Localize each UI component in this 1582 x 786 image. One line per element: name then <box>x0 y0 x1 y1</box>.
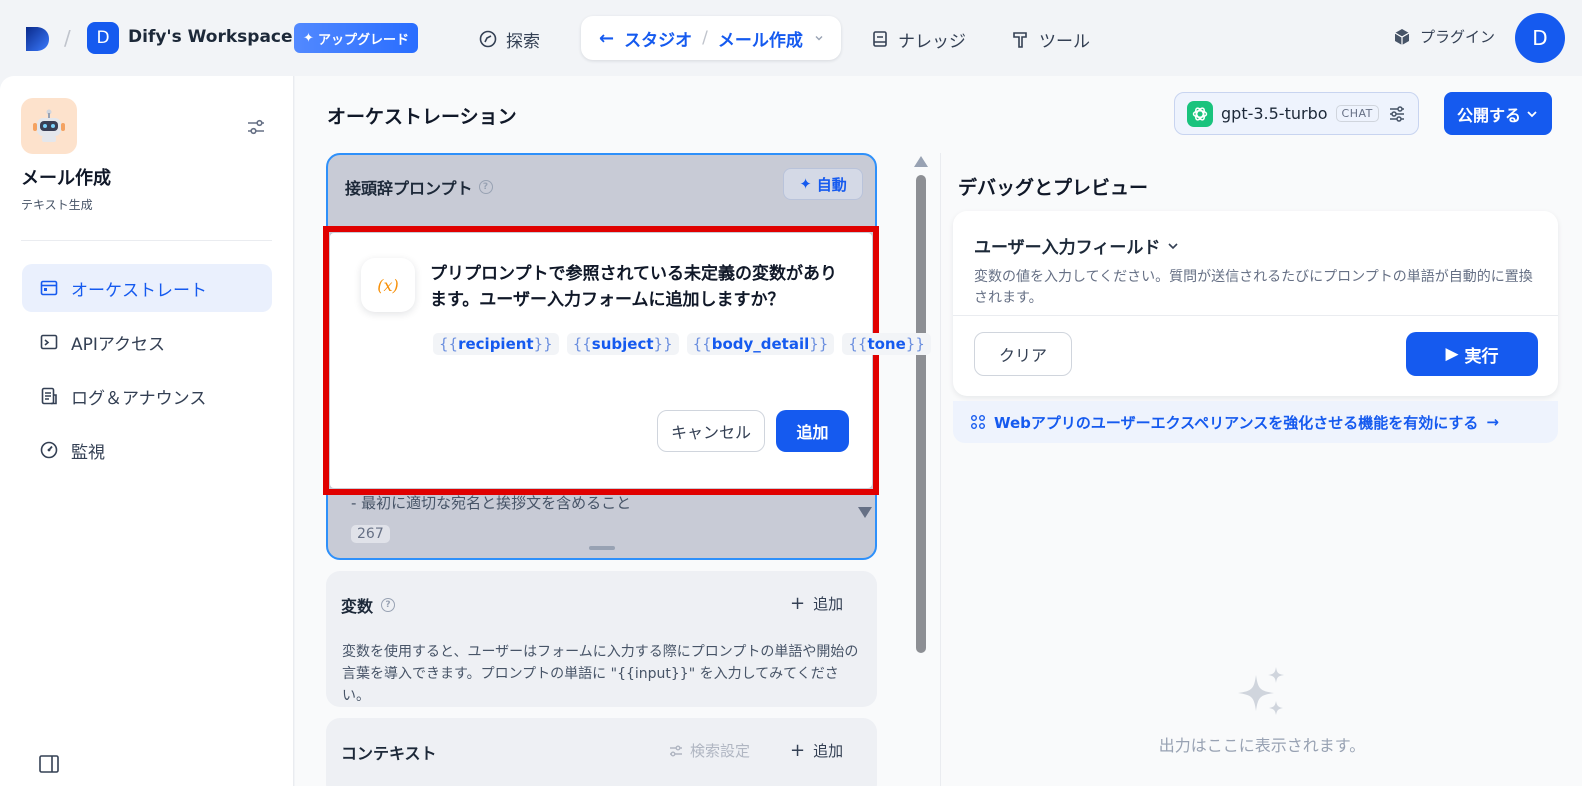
variable-chip: {{tone}} <box>842 333 931 355</box>
variables-card: 変数 ? + 追加 変数を使用すると、ユーザーはフォームに入力する際にプロンプト… <box>326 571 877 707</box>
empty-output-text: 出力はここに表示されます。 <box>1158 736 1366 755</box>
nav-studio-breadcrumb[interactable]: ← スタジオ / メール作成 <box>581 16 841 60</box>
compass-icon <box>479 30 497 48</box>
model-selector[interactable]: gpt-3.5-turbo CHAT <box>1174 92 1419 135</box>
sidebar-item-api-access[interactable]: APIアクセス <box>22 318 272 366</box>
clear-button[interactable]: クリア <box>974 332 1072 376</box>
run-button[interactable]: ▶ 実行 <box>1406 332 1538 376</box>
variable-chip: {{recipient}} <box>433 333 559 355</box>
variable-icon: (x) <box>361 258 415 312</box>
char-count-badge: 267 <box>351 525 390 543</box>
help-icon[interactable]: ? <box>381 598 396 612</box>
workspace-avatar[interactable]: D <box>87 22 119 54</box>
app-sidebar: メール作成 テキスト生成 オーケストレート APIアクセス ログ＆アナウンス 監… <box>0 76 294 786</box>
sidebar-item-orchestrate[interactable]: オーケストレート <box>22 264 272 312</box>
prompt-header: 接頭辞プロンプト ? <box>345 175 493 199</box>
model-settings-icon[interactable] <box>1387 104 1407 124</box>
upgrade-button[interactable]: ✦ アップグレード <box>294 23 418 53</box>
user-input-description: 変数の値を入力してください。質問が送信されるたびにプロンプトの単語が自動的に置換… <box>974 269 1533 306</box>
user-avatar[interactable]: D <box>1515 13 1565 63</box>
variable-chip: {{body_detail}} <box>686 333 835 355</box>
play-icon: ▶ <box>1445 344 1459 364</box>
variables-description: 変数を使用すると、ユーザーはフォームに入力する際にプロンプトの単語や開始の言葉を… <box>342 644 859 704</box>
undefined-variables-dialog: (x) プリプロンプトで参照されている未定義の変数があります。ユーザー入力フォー… <box>330 233 931 488</box>
app-type: テキスト生成 <box>21 198 93 212</box>
top-navigation-bar: / D Dify's Workspace ✦ アップグレード 探索 ← スタジオ… <box>0 0 1582 76</box>
debug-preview-panel: デバッグとプレビュー ユーザー入力フィールド 変数の値を入力してください。質問が… <box>940 153 1582 786</box>
gauge-icon <box>40 441 58 459</box>
user-input-card: ユーザー入力フィールド 変数の値を入力してください。質問が送信されるたびにプロン… <box>953 211 1558 396</box>
workspace-name: Dify's Workspace <box>128 27 293 47</box>
cube-icon <box>1394 28 1410 45</box>
workspace-switcher[interactable]: Dify's Workspace <box>128 27 311 47</box>
nav-knowledge[interactable]: ナレッジ <box>870 22 966 56</box>
scrollbar-thumb[interactable] <box>916 175 926 653</box>
nav-explore[interactable]: 探索 <box>478 22 540 56</box>
openai-logo-icon <box>1187 100 1213 127</box>
sparkles-icon <box>1238 667 1284 715</box>
current-app-name[interactable]: メール作成 <box>718 26 803 51</box>
scroll-up-arrow-icon[interactable] <box>914 156 928 167</box>
webapp-features-banner[interactable]: Webアプリのユーザーエクスペリアンスを強化させる機能を有効にする → <box>953 401 1558 443</box>
chevron-down-icon <box>1168 242 1178 249</box>
prompt-text-line[interactable]: - 最初に適切な宛名と挨拶文を含めること <box>351 492 631 513</box>
sidebar-item-logs[interactable]: ログ＆アナウンス <box>22 372 272 420</box>
breadcrumb-separator: / <box>702 28 708 48</box>
publish-button[interactable]: 公開する <box>1444 92 1552 135</box>
auto-generate-button[interactable]: ✦ 自動 <box>783 168 863 200</box>
sliders-settings-icon[interactable] <box>245 116 267 138</box>
add-button[interactable]: 追加 <box>776 410 849 452</box>
nav-studio[interactable]: スタジオ <box>624 26 692 51</box>
variable-chip-list: {{recipient}} {{subject}} {{body_detail}… <box>433 333 931 355</box>
sidebar-item-monitoring[interactable]: 監視 <box>22 426 272 474</box>
arrow-right-icon: → <box>1486 413 1499 431</box>
variables-header: 変数 ? <box>341 593 396 617</box>
app-name: メール作成 <box>21 168 111 189</box>
breadcrumb-separator: / <box>64 26 71 50</box>
model-mode-badge: CHAT <box>1335 105 1379 122</box>
chevron-down-icon[interactable] <box>813 32 825 44</box>
features-grid-icon <box>971 415 985 429</box>
nav-tools[interactable]: ツール <box>1011 22 1090 56</box>
context-card: コンテキスト 検索設定 + 追加 <box>326 718 877 786</box>
sparkle-icon: ✦ <box>303 30 314 46</box>
page-title: オーケストレーション <box>327 106 517 128</box>
sliders-icon <box>670 745 682 756</box>
cancel-button[interactable]: キャンセル <box>657 410 765 452</box>
plus-icon: + <box>790 740 806 761</box>
divider <box>953 315 1558 316</box>
dify-logo-icon[interactable] <box>22 24 52 54</box>
retrieval-settings-button[interactable]: 検索設定 <box>668 740 750 761</box>
add-variable-button[interactable]: + 追加 <box>790 593 843 614</box>
hammer-icon <box>1013 32 1027 48</box>
collapse-sidebar-icon[interactable] <box>38 753 60 775</box>
terminal-icon <box>40 334 58 350</box>
context-header: コンテキスト <box>341 744 437 763</box>
help-icon[interactable]: ? <box>478 180 493 194</box>
robot-icon <box>21 98 77 154</box>
dialog-message: プリプロンプトで参照されている未定義の変数があります。ユーザー入力フォームに追加… <box>430 264 837 310</box>
window-icon <box>40 280 58 296</box>
debug-title: デバッグとプレビュー <box>958 177 1149 199</box>
add-context-button[interactable]: + 追加 <box>790 740 843 761</box>
model-name: gpt-3.5-turbo <box>1221 104 1328 123</box>
plus-icon: + <box>790 593 806 614</box>
book-icon <box>873 31 887 47</box>
plugin-button[interactable]: プラグイン <box>1392 26 1495 47</box>
resize-handle[interactable] <box>589 546 615 550</box>
user-input-toggle[interactable]: ユーザー入力フィールド <box>974 233 1180 258</box>
scroll-down-arrow-icon[interactable] <box>858 507 872 518</box>
arrow-left-icon[interactable]: ← <box>599 28 614 49</box>
document-icon <box>41 387 57 405</box>
vertical-scrollbar[interactable] <box>914 156 928 656</box>
sparkle-icon: ✦ <box>799 175 812 193</box>
chevron-down-icon <box>1527 110 1537 117</box>
divider <box>21 240 272 241</box>
variable-chip: {{subject}} <box>566 333 679 355</box>
